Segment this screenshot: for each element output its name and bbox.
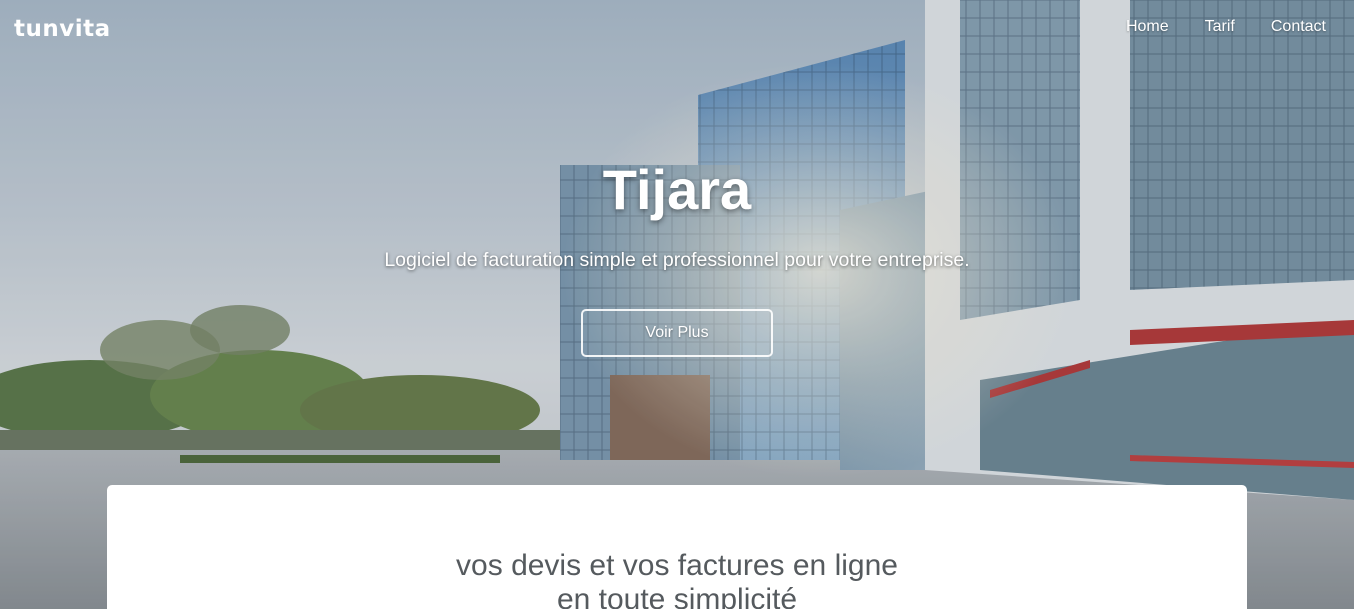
nav-item-contact[interactable]: Contact [1271, 16, 1326, 38]
nav-item-home[interactable]: Home [1126, 16, 1169, 38]
card-title-line1: vos devis et vos factures en ligne [456, 549, 898, 582]
brand-logo[interactable]: tunvita [14, 14, 111, 44]
hero-title: Tijara [602, 158, 752, 221]
hero-subtitle: Logiciel de facturation simple et profes… [384, 249, 970, 271]
card-title: vos devis et vos factures en ligne en to… [107, 549, 1247, 609]
nav-item-tarif[interactable]: Tarif [1205, 16, 1235, 38]
voir-plus-button[interactable]: Voir Plus [581, 309, 773, 357]
card-title-line2: en toute simplicité [556, 583, 798, 609]
top-nav: Home Tarif Contact [1126, 16, 1326, 38]
intro-card: vos devis et vos factures en ligne en to… [107, 485, 1247, 609]
